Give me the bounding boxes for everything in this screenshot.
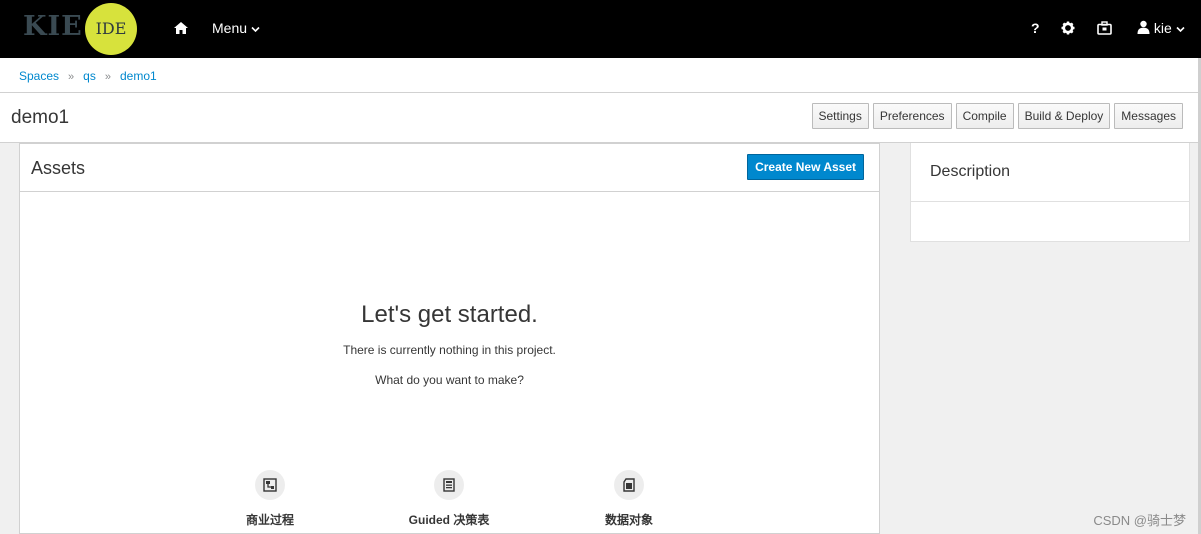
user-name: kie bbox=[1153, 20, 1172, 36]
help-icon[interactable]: ? bbox=[1031, 20, 1040, 36]
assets-header: Assets Create New Asset bbox=[20, 144, 879, 192]
asset-type-data-object[interactable]: 数据对象 bbox=[569, 470, 689, 528]
empty-state-question: What do you want to make? bbox=[375, 373, 524, 387]
description-panel: Description bbox=[910, 143, 1190, 242]
messages-button[interactable]: Messages bbox=[1114, 103, 1183, 129]
gear-icon[interactable] bbox=[1061, 21, 1075, 38]
description-title: Description bbox=[930, 163, 1011, 180]
business-process-icon bbox=[255, 470, 285, 500]
settings-button[interactable]: Settings bbox=[811, 103, 869, 129]
chevron-down-icon bbox=[251, 20, 260, 36]
build-deploy-button[interactable]: Build & Deploy bbox=[1017, 103, 1111, 129]
home-icon[interactable] bbox=[173, 20, 189, 36]
user-icon bbox=[1137, 20, 1150, 37]
chevron-down-icon bbox=[1176, 20, 1185, 36]
preferences-button[interactable]: Preferences bbox=[872, 103, 952, 129]
breadcrumb-separator-icon: » bbox=[68, 71, 75, 83]
kie-logo[interactable]: KIE bbox=[23, 11, 83, 42]
asset-type-guided-decision-table[interactable]: Guided 决策表 bbox=[389, 470, 509, 528]
compile-button[interactable]: Compile bbox=[955, 103, 1014, 129]
menu-dropdown[interactable]: Menu bbox=[212, 20, 260, 36]
breadcrumb-bar: Spaces » qs » demo1 bbox=[0, 58, 1201, 93]
csdn-watermark: CSDN @骑士梦 bbox=[1093, 513, 1186, 528]
asset-type-business-process[interactable]: 商业过程 bbox=[210, 470, 330, 528]
breadcrumb-demo1[interactable]: demo1 bbox=[120, 69, 157, 83]
task-briefcase-icon[interactable] bbox=[1097, 21, 1112, 38]
breadcrumb-spaces[interactable]: Spaces bbox=[19, 69, 59, 83]
project-header: demo1 Settings Preferences Compile Build… bbox=[0, 93, 1201, 143]
project-toolbar: Settings Preferences Compile Build & Dep… bbox=[811, 103, 1183, 129]
ide-logo-badge[interactable]: IDE bbox=[85, 3, 137, 55]
description-header: Description bbox=[911, 143, 1189, 202]
breadcrumb: Spaces » qs » demo1 bbox=[19, 69, 157, 83]
decision-table-icon bbox=[434, 470, 464, 500]
empty-state-title: Let's get started. bbox=[361, 301, 538, 328]
asset-type-label: 数据对象 bbox=[604, 513, 653, 527]
user-menu[interactable]: kie bbox=[1137, 20, 1185, 37]
breadcrumb-qs[interactable]: qs bbox=[83, 69, 96, 83]
asset-type-label: 商业过程 bbox=[245, 513, 294, 527]
menu-label: Menu bbox=[212, 20, 248, 36]
assets-panel: Assets Create New Asset Let's get starte… bbox=[19, 143, 880, 534]
assets-title: Assets bbox=[31, 158, 86, 178]
data-object-icon bbox=[614, 470, 644, 500]
page-title: demo1 bbox=[11, 107, 70, 128]
create-new-asset-button[interactable]: Create New Asset bbox=[747, 154, 864, 180]
empty-state-message: There is currently nothing in this proje… bbox=[343, 343, 556, 357]
breadcrumb-separator-icon: » bbox=[104, 71, 111, 83]
asset-type-label: Guided 决策表 bbox=[408, 513, 490, 527]
top-navbar: KIE IDE Menu ? kie bbox=[0, 0, 1201, 58]
